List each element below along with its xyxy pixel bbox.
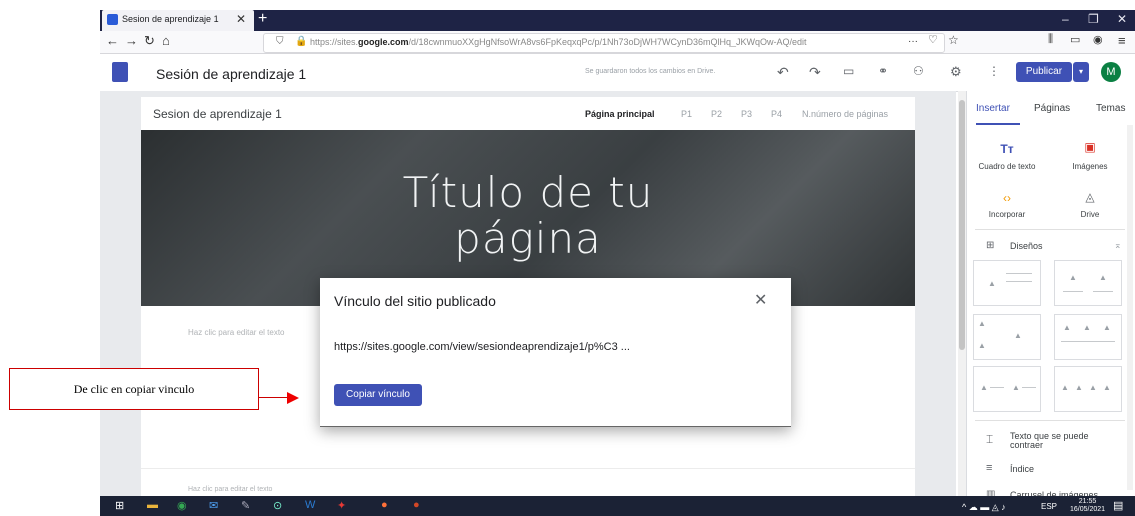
callout-arrow-icon <box>287 392 299 404</box>
library-icon[interactable]: ⫼ <box>1048 33 1053 46</box>
collapsible-text-icon: ⌶ <box>986 432 994 446</box>
sidebar-icon[interactable]: ▭ <box>1070 33 1080 46</box>
instruction-callout: De clic en copiar vinculo <box>9 368 259 410</box>
lock-icon: 🔒 <box>295 36 308 47</box>
insert-drive[interactable]: Drive <box>1055 210 1125 219</box>
reload-icon[interactable]: ↻ <box>144 33 155 49</box>
more-options-icon[interactable]: ⋮ <box>988 64 1000 78</box>
mail-icon[interactable]: ✉ <box>209 499 218 512</box>
insert-embed[interactable]: Incorporar <box>972 210 1042 219</box>
tab-insertar[interactable]: Insertar <box>976 103 1010 114</box>
google-sites-logo[interactable] <box>112 62 128 82</box>
layout-option-6[interactable]: ▲ ▲ ▲ ▲ <box>1054 366 1122 412</box>
table-of-contents-icon: ≡ <box>986 462 993 474</box>
browser-tab-title: Sesion de aprendizaje 1 <box>122 14 219 24</box>
undo-icon[interactable]: ↶ <box>777 64 789 81</box>
insert-text-box[interactable]: Cuadro de texto <box>972 162 1042 171</box>
restore-icon[interactable]: ❐ <box>1088 12 1099 26</box>
extension-icon[interactable]: ◉ <box>1093 33 1103 46</box>
section-divider <box>141 468 915 469</box>
copy-link-button[interactable]: Copiar vínculo <box>334 384 422 406</box>
preview-icon[interactable]: ▭ <box>843 64 854 78</box>
published-url[interactable]: https://sites.google.com/view/sesiondeap… <box>334 341 630 353</box>
home-icon[interactable]: ⌂ <box>162 33 170 48</box>
back-icon[interactable]: ← <box>106 33 119 48</box>
new-tab-button[interactable]: + <box>258 10 267 28</box>
start-menu-icon[interactable]: ⊞ <box>115 499 124 512</box>
notifications-icon[interactable]: ▤ <box>1113 499 1123 512</box>
paint-icon[interactable]: ✎ <box>241 499 250 512</box>
text-placeholder[interactable]: Haz clic para editar el texto <box>188 328 285 337</box>
insert-images[interactable]: Imágenes <box>1055 162 1125 171</box>
sites-favicon-icon <box>107 14 118 25</box>
canvas-scrollbar-thumb[interactable] <box>959 100 965 350</box>
nav-p3[interactable]: P3 <box>741 109 752 119</box>
nav-home[interactable]: Página principal <box>585 109 655 119</box>
system-tray-icon[interactable]: ^ ☁ ▬ ◬ ♪ <box>962 502 1006 513</box>
embed-icon[interactable]: ‹› <box>972 191 1042 205</box>
forward-icon[interactable]: → <box>125 33 138 48</box>
active-tab-indicator <box>976 123 1020 125</box>
chrome-icon[interactable]: ◉ <box>177 499 187 512</box>
callout-arrow-line <box>258 397 288 398</box>
browser-tab-bar <box>100 10 1135 31</box>
layouts-label[interactable]: Diseños <box>1010 241 1043 251</box>
layout-option-1[interactable]: ▲ <box>973 260 1041 306</box>
nav-page-count[interactable]: N.número de páginas <box>802 109 888 119</box>
save-status: Se guardaron todos los cambios en Drive. <box>585 68 716 75</box>
site-name[interactable]: Sesion de aprendizaje 1 <box>153 107 282 121</box>
tab-temas[interactable]: Temas <box>1096 103 1125 114</box>
minimize-icon[interactable]: – <box>1062 12 1069 26</box>
nav-p4[interactable]: P4 <box>771 109 782 119</box>
search-icon[interactable]: ⊙ <box>273 499 282 512</box>
word-icon[interactable]: W <box>305 499 315 511</box>
drive-icon[interactable]: ◬ <box>1055 190 1125 204</box>
collapse-icon[interactable]: ⌅ <box>1114 240 1122 251</box>
shield-icon[interactable]: ⛉ <box>276 36 284 47</box>
panel-scrollbar[interactable] <box>1127 125 1133 490</box>
nav-p1[interactable]: P1 <box>681 109 692 119</box>
firefox-icon[interactable]: ● <box>381 499 388 511</box>
bookmark-star-icon[interactable]: ☆ <box>948 33 959 47</box>
url-text: https://sites.google.com/d/18cwnmuoXXgHg… <box>310 37 807 47</box>
tab-close-icon[interactable]: ✕ <box>236 12 246 26</box>
menu-icon[interactable]: ≡ <box>1118 33 1126 48</box>
close-icon[interactable]: ✕ <box>754 290 767 310</box>
layouts-icon: ⊞ <box>986 240 995 251</box>
powerpoint-icon[interactable]: ● <box>413 499 420 511</box>
acrobat-icon[interactable]: ✦ <box>337 499 346 512</box>
text-box-icon[interactable]: Tт <box>972 142 1042 156</box>
layout-option-3[interactable]: ▲ ▲ ▲ <box>973 314 1041 360</box>
link-icon[interactable]: ⚭ <box>878 64 888 78</box>
avatar[interactable]: M <box>1101 62 1121 82</box>
language-indicator[interactable]: ESP <box>1041 502 1057 511</box>
nav-p2[interactable]: P2 <box>711 109 722 119</box>
publish-dropdown-icon[interactable]: ▾ <box>1073 62 1089 82</box>
panel-divider-2 <box>975 420 1125 421</box>
redo-icon[interactable]: ↷ <box>809 64 821 81</box>
layout-option-4[interactable]: ▲ ▲ ▲ <box>1054 314 1122 360</box>
panel-divider <box>975 229 1125 230</box>
tab-paginas[interactable]: Páginas <box>1034 103 1070 114</box>
settings-gear-icon[interactable]: ⚙ <box>950 64 962 80</box>
layout-option-5[interactable]: ▲ ▲ <box>973 366 1041 412</box>
pocket-icon[interactable]: ♡ <box>928 33 938 46</box>
dialog-title: Vínculo del sitio publicado <box>334 293 496 309</box>
taskbar-clock[interactable]: 21:55 16/05/2021 <box>1070 498 1105 514</box>
document-title[interactable]: Sesión de aprendizaje 1 <box>156 66 306 82</box>
window-close-icon[interactable]: ✕ <box>1117 12 1127 26</box>
insert-table-of-contents[interactable]: Índice <box>1010 464 1034 474</box>
page-actions-icon[interactable]: ··· <box>908 36 918 47</box>
insert-collapsible-text[interactable]: Texto que se puede contraer <box>1010 432 1120 450</box>
share-icon[interactable]: ⚇ <box>913 64 924 78</box>
banner-title[interactable]: Título de tu página <box>141 170 915 262</box>
publish-button[interactable]: Publicar <box>1016 62 1072 82</box>
file-explorer-icon[interactable]: ▬ <box>147 499 158 511</box>
text-placeholder-lower[interactable]: Haz clic para editar el texto <box>188 486 272 493</box>
layout-option-2[interactable]: ▲ ▲ <box>1054 260 1122 306</box>
image-icon[interactable]: ▣ <box>1055 140 1125 154</box>
